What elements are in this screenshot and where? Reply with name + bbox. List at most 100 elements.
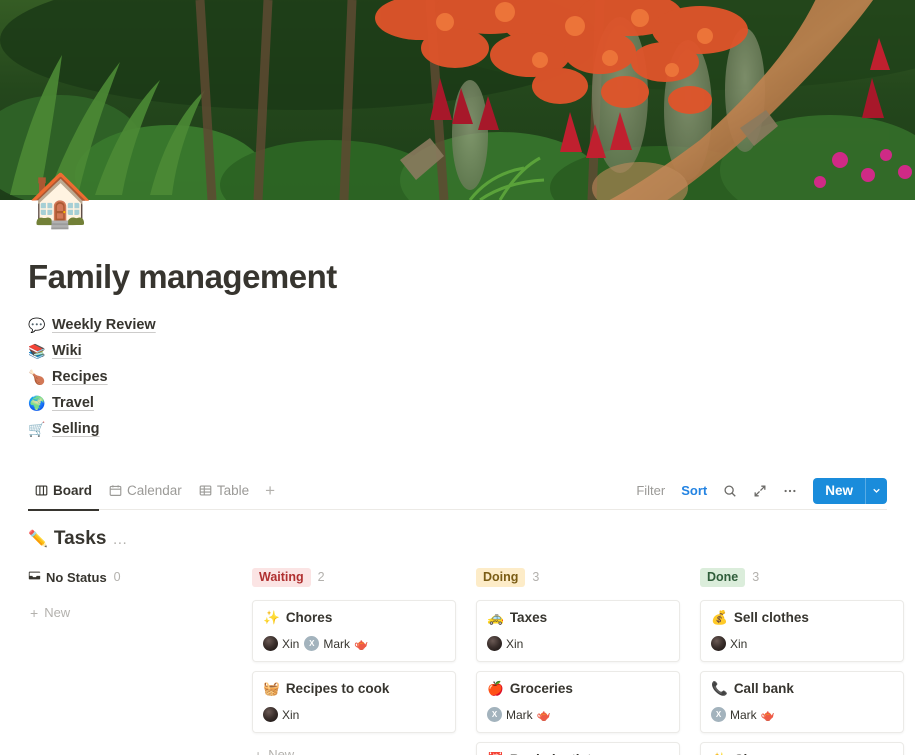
- board-card[interactable]: 🧺 Recipes to cook Xin: [252, 671, 456, 733]
- assignee-name: Xin: [730, 636, 748, 651]
- avatar: X: [304, 636, 320, 651]
- assignee-name: Xin: [282, 636, 300, 651]
- teapot-icon: 🫖: [536, 709, 551, 722]
- taxi-icon: 🚕: [487, 609, 504, 625]
- column-count: 0: [113, 570, 121, 584]
- link-item-weekly-review[interactable]: 💬 Weekly Review: [28, 312, 887, 338]
- card-title: Recipes to cook: [285, 681, 390, 696]
- link-label: Recipes: [52, 369, 108, 385]
- link-item-recipes[interactable]: 🍗 Recipes: [28, 364, 887, 390]
- plus-icon: +: [30, 604, 39, 621]
- assignee-name: Xin: [506, 636, 524, 651]
- link-label: Wiki: [52, 343, 82, 359]
- search-icon[interactable]: [717, 478, 743, 504]
- link-label: Travel: [52, 395, 94, 411]
- board-column-waiting: Waiting 2 ✨ Chores Xin X Mark 🫖 🧺 Recipe…: [252, 566, 456, 755]
- database-title[interactable]: Tasks: [54, 528, 106, 550]
- column-new-card-button[interactable]: + New: [252, 742, 456, 755]
- link-item-travel[interactable]: 🌍 Travel: [28, 390, 887, 416]
- card-assignees: X Mark 🫖: [711, 707, 893, 722]
- filter-button[interactable]: Filter: [630, 479, 671, 502]
- card-assignees: X Mark 🫖: [487, 707, 669, 722]
- board-icon: [35, 484, 48, 497]
- inbox-icon: [28, 569, 41, 585]
- speech-balloon-icon: 💬: [28, 317, 46, 333]
- avatar: [487, 636, 502, 651]
- column-count: 3: [752, 570, 760, 584]
- link-label: Selling: [52, 421, 100, 437]
- money-bag-icon: 💰: [711, 609, 728, 625]
- telephone-icon: 📞: [711, 680, 728, 696]
- board-column-no-status: No Status 0 + New: [28, 566, 232, 755]
- assignee: Xin: [263, 636, 299, 651]
- board-card[interactable]: 💰 Sell clothes Xin: [700, 600, 904, 662]
- add-view-button[interactable]: +: [259, 482, 281, 499]
- more-options-icon[interactable]: [777, 478, 803, 504]
- page-cover-image: [0, 0, 915, 200]
- column-header[interactable]: Waiting 2: [252, 566, 456, 588]
- board-card[interactable]: 📞 Call bank X Mark 🫖: [700, 671, 904, 733]
- assignee-name: Mark: [323, 636, 351, 651]
- card-title: Taxes: [509, 610, 548, 625]
- new-button[interactable]: New: [813, 477, 887, 504]
- teapot-icon: 🫖: [354, 638, 369, 651]
- expand-icon[interactable]: [747, 478, 773, 504]
- tab-board[interactable]: Board: [28, 472, 100, 511]
- poultry-leg-icon: 🍗: [28, 369, 46, 385]
- sort-button[interactable]: Sort: [675, 479, 713, 502]
- chevron-down-icon[interactable]: [865, 477, 887, 504]
- shopping-cart-icon: 🛒: [28, 421, 46, 437]
- basket-icon: 🧺: [263, 680, 280, 696]
- database-more-icon[interactable]: …: [112, 531, 128, 548]
- table-icon: [199, 484, 212, 497]
- column-header[interactable]: Doing 3: [476, 566, 680, 588]
- avatar: X: [487, 707, 502, 722]
- column-name-group: No Status: [28, 569, 107, 585]
- view-tabs: Board Calendar Table +: [28, 472, 281, 511]
- assignee-name: Mark: [506, 707, 533, 722]
- books-icon: 📚: [28, 343, 46, 359]
- status-badge: Doing: [476, 567, 526, 587]
- view-toolbar: Board Calendar Table + Filter Sort New: [28, 472, 887, 511]
- avatar: X: [711, 707, 726, 722]
- column-header[interactable]: No Status 0: [28, 566, 232, 588]
- board-card[interactable]: 📅 Book dentist X Mark 🫖: [476, 742, 680, 755]
- sparkles-icon: ✨: [263, 609, 280, 625]
- assignee: Xin: [711, 636, 747, 651]
- assignee: X Mark 🫖: [711, 707, 775, 722]
- new-card-label: New: [268, 747, 295, 755]
- card-title-row: 🚕 Taxes: [487, 610, 669, 625]
- assignee-name: Xin: [282, 707, 300, 722]
- link-item-selling[interactable]: 🛒 Selling: [28, 416, 887, 442]
- board-card[interactable]: 🍎 Groceries X Mark 🫖: [476, 671, 680, 733]
- assignee: Xin: [263, 707, 299, 722]
- avatar: [711, 636, 726, 651]
- new-button-label: New: [825, 483, 853, 498]
- column-label: No Status: [46, 569, 107, 585]
- assignee: X Mark 🫖: [487, 707, 551, 722]
- calendar-icon: [109, 484, 122, 497]
- card-title-row: 📞 Call bank: [711, 681, 893, 696]
- status-badge: Waiting: [252, 567, 311, 587]
- page-emoji-icon[interactable]: 🏠: [28, 170, 93, 232]
- board-column-doing: Doing 3 🚕 Taxes Xin 🍎 Groceries X Mark 🫖: [476, 566, 680, 755]
- tab-label: Table: [216, 483, 250, 498]
- tab-calendar[interactable]: Calendar: [102, 472, 189, 510]
- board-card[interactable]: ✨ Chores Xin X Mark 🫖: [700, 742, 904, 755]
- tab-table[interactable]: Table: [192, 472, 256, 510]
- cover-illustration: [0, 0, 915, 200]
- card-title-row: 🧺 Recipes to cook: [263, 681, 445, 696]
- board-card[interactable]: ✨ Chores Xin X Mark 🫖: [252, 600, 456, 662]
- column-new-card-button[interactable]: + New: [28, 600, 232, 625]
- status-badge: Done: [700, 567, 746, 587]
- card-title-row: ✨ Chores: [263, 610, 445, 625]
- card-title-row: 💰 Sell clothes: [711, 610, 893, 625]
- page-title[interactable]: Family management: [28, 258, 887, 296]
- teapot-icon: 🫖: [760, 709, 775, 722]
- board-card[interactable]: 🚕 Taxes Xin: [476, 600, 680, 662]
- board-container: No Status 0 + New Waiting 2 ✨ Chores Xin…: [28, 566, 904, 755]
- toolbar-actions: Filter Sort New: [630, 477, 887, 504]
- link-item-wiki[interactable]: 📚 Wiki: [28, 338, 887, 364]
- column-header[interactable]: Done 3: [700, 566, 904, 588]
- page-links-list: 💬 Weekly Review 📚 Wiki 🍗 Recipes 🌍 Trave…: [28, 312, 887, 442]
